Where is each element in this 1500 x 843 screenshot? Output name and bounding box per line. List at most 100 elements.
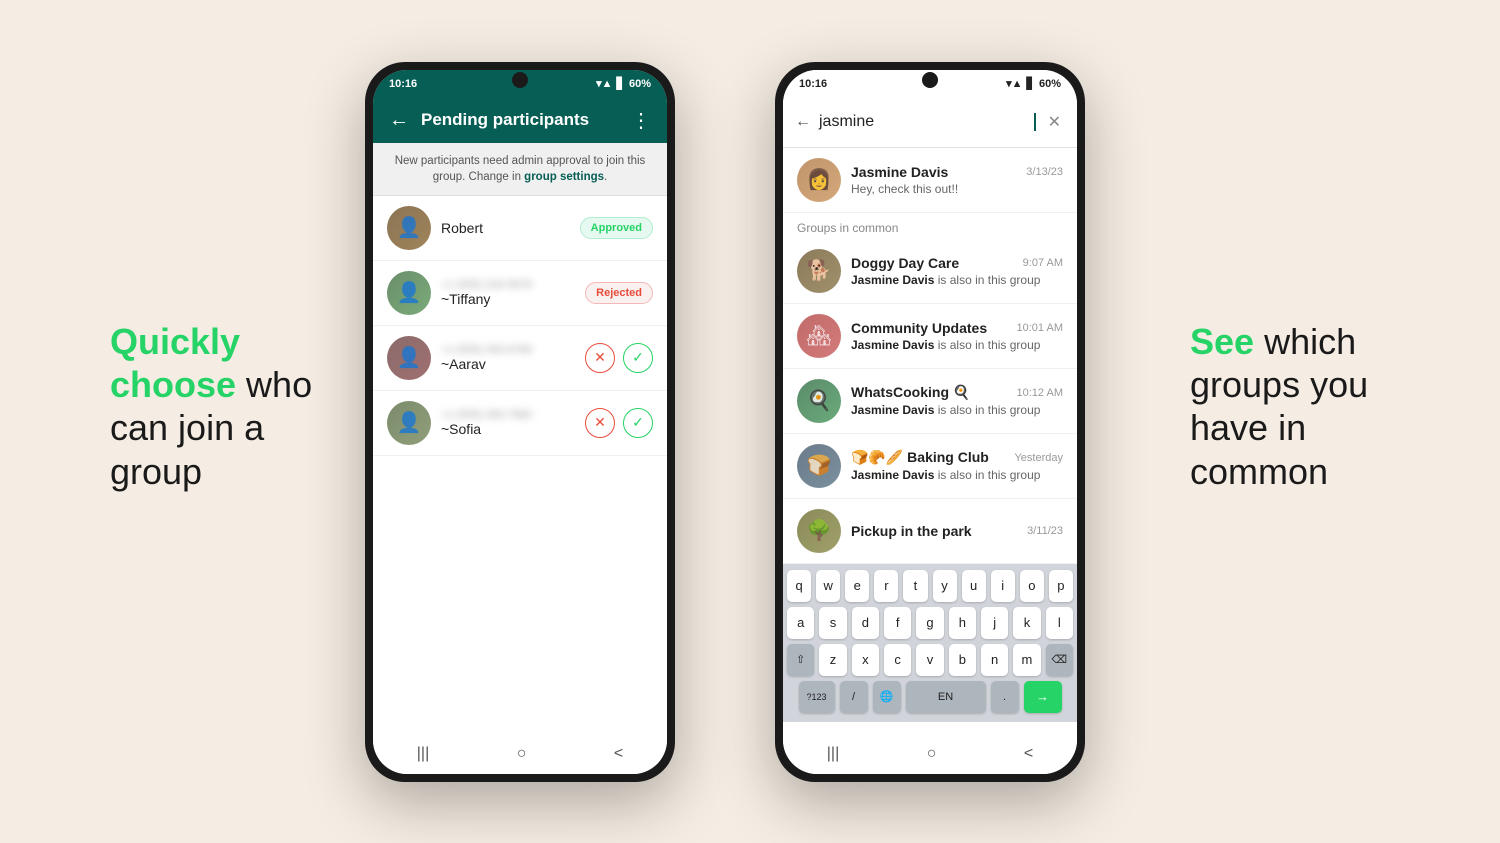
whats-info: WhatsCooking 🍳 10:12 AM Jasmine Davis is…: [851, 384, 1063, 417]
key-symbols[interactable]: ?123: [799, 681, 835, 713]
search-back-button[interactable]: ←: [795, 113, 811, 131]
back-button[interactable]: ←: [389, 109, 409, 132]
kb-row-4: ?123 / 🌐 EN . →: [787, 681, 1073, 713]
header-title: Pending participants: [421, 110, 619, 130]
robert-name: Robert: [441, 220, 570, 236]
key-o[interactable]: o: [1020, 570, 1044, 602]
key-backspace[interactable]: ⌫: [1046, 644, 1073, 676]
baking-time: Yesterday: [1014, 452, 1063, 464]
doggy-bold: Jasmine Davis: [851, 273, 934, 287]
right-nav-bar: ||| ○ <: [783, 734, 1077, 774]
key-globe[interactable]: 🌐: [873, 681, 901, 713]
key-u[interactable]: u: [962, 570, 986, 602]
camera-notch: [512, 72, 528, 88]
doggy-top: Doggy Day Care 9:07 AM: [851, 255, 1063, 271]
left-tagline-highlight: Quickly choose: [110, 321, 240, 405]
key-q[interactable]: q: [787, 570, 811, 602]
right-camera-notch: [922, 72, 938, 88]
nav-home-icon[interactable]: ○: [517, 745, 527, 763]
key-period[interactable]: .: [991, 681, 1019, 713]
left-status-time: 10:16: [389, 78, 417, 90]
key-e[interactable]: e: [845, 570, 869, 602]
group-baking[interactable]: 🍞 🍞🥐🥖 Baking Club Yesterday Jasmine Davi…: [783, 434, 1077, 499]
menu-button[interactable]: ⋮: [631, 108, 651, 133]
key-n[interactable]: n: [981, 644, 1008, 676]
key-w[interactable]: w: [816, 570, 840, 602]
key-lang[interactable]: EN: [906, 681, 986, 713]
search-header: ← jasmine ✕: [783, 98, 1077, 148]
tiffany-info: +1 (555) 234-5678 ~Tiffany: [441, 279, 575, 307]
aarav-reject-button[interactable]: ✕: [585, 343, 615, 373]
aarav-approve-button[interactable]: ✓: [623, 343, 653, 373]
baking-avatar: 🍞: [797, 444, 841, 488]
key-v[interactable]: v: [916, 644, 943, 676]
baking-name: 🍞🥐🥖 Baking Club: [851, 449, 989, 466]
avatar-robert: 👤: [387, 206, 431, 250]
left-status-icons: ▾▲ ▋ 60%: [596, 77, 651, 90]
whats-top: WhatsCooking 🍳 10:12 AM: [851, 384, 1063, 401]
key-r[interactable]: r: [874, 570, 898, 602]
left-tagline: Quickly choose who can join a group: [110, 320, 330, 493]
avatar-tiffany: 👤: [387, 271, 431, 315]
baking-bold: Jasmine Davis: [851, 468, 934, 482]
sofia-actions: ✕ ✓: [585, 408, 653, 438]
groups-in-common-label: Groups in common: [783, 213, 1077, 239]
right-nav-home-icon[interactable]: ○: [927, 745, 937, 763]
jasmine-contact-item[interactable]: 👩 Jasmine Davis 3/13/23 Hey, check this …: [783, 148, 1077, 213]
pickup-avatar: 🌳: [797, 509, 841, 553]
key-h[interactable]: h: [949, 607, 976, 639]
key-i[interactable]: i: [991, 570, 1015, 602]
key-z[interactable]: z: [819, 644, 846, 676]
key-g[interactable]: g: [916, 607, 943, 639]
whats-time: 10:12 AM: [1017, 387, 1063, 399]
right-status-time: 10:16: [799, 78, 827, 90]
group-pickup[interactable]: 🌳 Pickup in the park 3/11/23: [783, 499, 1077, 564]
right-battery-icon: 60%: [1039, 78, 1061, 90]
key-y[interactable]: y: [933, 570, 957, 602]
right-nav-recents-icon[interactable]: |||: [827, 745, 839, 763]
key-slash[interactable]: /: [840, 681, 868, 713]
participant-tiffany: 👤 +1 (555) 234-5678 ~Tiffany Rejected: [373, 261, 667, 326]
search-clear-button[interactable]: ✕: [1044, 112, 1065, 132]
search-cursor: [1034, 113, 1036, 131]
key-f[interactable]: f: [884, 607, 911, 639]
key-b[interactable]: b: [949, 644, 976, 676]
sofia-number: +1 (555) 456-7890: [441, 409, 575, 421]
participant-aarav: 👤 +1 (555) 345-6789 ~Aarav ✕ ✓: [373, 326, 667, 391]
sofia-reject-button[interactable]: ✕: [585, 408, 615, 438]
whats-preview: Jasmine Davis is also in this group: [851, 403, 1063, 417]
search-input-box[interactable]: jasmine: [819, 113, 1036, 131]
group-doggy[interactable]: 🐕 Doggy Day Care 9:07 AM Jasmine Davis i…: [783, 239, 1077, 304]
key-t[interactable]: t: [903, 570, 927, 602]
nav-back-icon[interactable]: <: [614, 745, 623, 763]
left-app-header: ← Pending participants ⋮: [373, 98, 667, 143]
community-name: Community Updates: [851, 320, 987, 336]
nav-recents-icon[interactable]: |||: [417, 745, 429, 763]
whats-bold: Jasmine Davis: [851, 403, 934, 417]
key-s[interactable]: s: [819, 607, 846, 639]
key-c[interactable]: c: [884, 644, 911, 676]
key-a[interactable]: a: [787, 607, 814, 639]
key-p[interactable]: p: [1049, 570, 1073, 602]
aarav-number: +1 (555) 345-6789: [441, 344, 575, 356]
key-shift[interactable]: ⇧: [787, 644, 814, 676]
community-silhouette: 🏘: [797, 314, 841, 358]
group-whatscooking[interactable]: 🍳 WhatsCooking 🍳 10:12 AM Jasmine Davis …: [783, 369, 1077, 434]
jasmine-top: Jasmine Davis 3/13/23: [851, 164, 1063, 180]
key-k[interactable]: k: [1013, 607, 1040, 639]
key-l[interactable]: l: [1046, 607, 1073, 639]
jasmine-preview: Hey, check this out!!: [851, 182, 1063, 196]
phone-left: 10:16 ▾▲ ▋ 60% ← Pending participants ⋮ …: [365, 62, 675, 782]
group-settings-link[interactable]: group settings: [524, 171, 604, 183]
group-community[interactable]: 🏘 Community Updates 10:01 AM Jasmine Dav…: [783, 304, 1077, 369]
jasmine-silhouette: 👩: [797, 158, 841, 202]
key-d[interactable]: d: [852, 607, 879, 639]
keyboard: q w e r t y u i o p a s d f g h j k l: [783, 564, 1077, 722]
pickup-time: 3/11/23: [1027, 525, 1063, 537]
key-m[interactable]: m: [1013, 644, 1040, 676]
key-j[interactable]: j: [981, 607, 1008, 639]
key-send[interactable]: →: [1024, 681, 1062, 713]
right-nav-back-icon[interactable]: <: [1024, 745, 1033, 763]
key-x[interactable]: x: [852, 644, 879, 676]
sofia-approve-button[interactable]: ✓: [623, 408, 653, 438]
